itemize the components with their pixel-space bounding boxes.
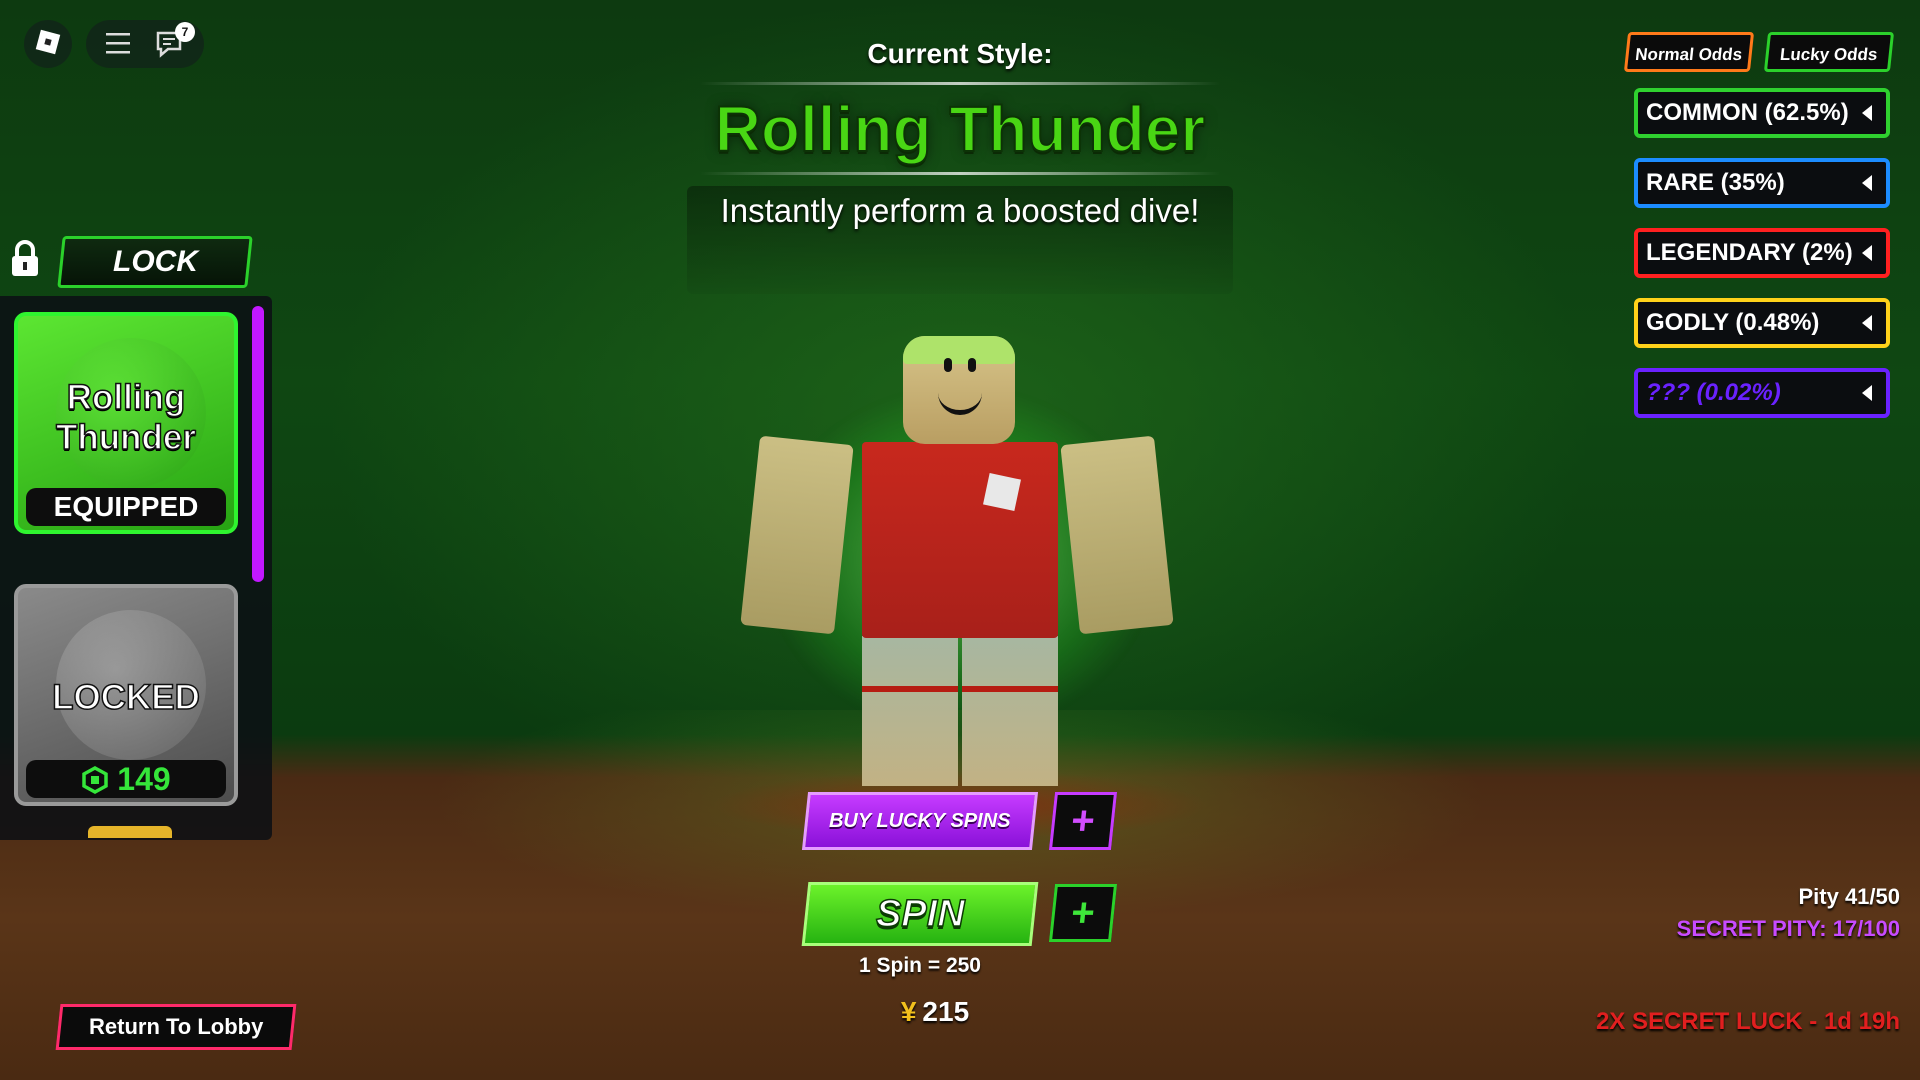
spin-cost-label: 1 Spin = 250: [859, 954, 981, 977]
shirt-logo: [983, 473, 1021, 511]
pity-counter: Pity 41/50: [1798, 884, 1900, 909]
character-left-arm: [740, 435, 854, 635]
expand-arrow-icon: [1862, 175, 1872, 191]
odds-label-secret: ??? (0.02%): [1646, 379, 1781, 406]
tab-normal-odds-label: Normal Odds: [1634, 45, 1744, 64]
unlock-price-value: 149: [117, 761, 171, 797]
secret-pity-counter: SECRET PITY: 17/100: [1676, 916, 1900, 941]
style-description: Instantly perform a boosted dive!: [720, 192, 1200, 229]
balance-value: 215: [922, 996, 970, 1027]
character-torso: [862, 442, 1058, 638]
expand-arrow-icon: [1862, 315, 1872, 331]
odds-row-common[interactable]: COMMON (62.5%): [1634, 88, 1890, 138]
buy-lucky-spins-label: BUY LUCKY SPINS: [829, 809, 1011, 832]
tab-lucky-odds[interactable]: Lucky Odds: [1763, 32, 1895, 72]
character-left-leg: [862, 636, 958, 786]
expand-arrow-icon: [1862, 105, 1872, 121]
return-to-lobby-label: Return To Lobby: [88, 1014, 264, 1039]
character-leg-stripe: [862, 686, 958, 692]
style-title: Rolling Thunder: [714, 92, 1207, 166]
odds-row-secret[interactable]: ??? (0.02%): [1634, 368, 1890, 418]
odds-row-rare[interactable]: RARE (35%): [1634, 158, 1890, 208]
next-card-peek: [88, 826, 172, 838]
title-divider-bottom: [700, 172, 1220, 175]
add-spins-button[interactable]: +: [1048, 884, 1118, 942]
style-card-locked[interactable]: LOCKED 149: [14, 584, 238, 806]
locked-label: LOCKED: [51, 677, 200, 718]
character-right-leg: [962, 636, 1058, 786]
spin-button[interactable]: SPIN: [801, 882, 1039, 946]
padlock-icon: [10, 240, 40, 278]
title-divider-top: [700, 82, 1220, 85]
lock-button-label: LOCK: [112, 245, 198, 278]
expand-arrow-icon: [1862, 245, 1872, 261]
spin-button-label: SPIN: [875, 892, 965, 936]
robux-icon: [81, 766, 109, 794]
secret-luck-timer: 2X SECRET LUCK - 1d 19h: [1595, 1008, 1900, 1035]
style-card-equipped[interactable]: Rolling Thunder EQUIPPED: [14, 312, 238, 534]
add-lucky-spins-button[interactable]: +: [1048, 792, 1118, 850]
buy-lucky-spins-button[interactable]: BUY LUCKY SPINS: [801, 792, 1039, 850]
style-card-name: Rolling Thunder: [55, 377, 196, 458]
equipped-badge: EQUIPPED: [26, 488, 226, 526]
character-headband: [903, 336, 1015, 364]
odds-label-common: COMMON (62.5%): [1646, 99, 1849, 126]
tab-normal-odds[interactable]: Normal Odds: [1623, 32, 1755, 72]
return-to-lobby-button[interactable]: Return To Lobby: [55, 1004, 297, 1050]
odds-label-godly: GODLY (0.48%): [1646, 309, 1820, 336]
currency-balance: ¥215: [860, 996, 1010, 1028]
odds-row-godly[interactable]: GODLY (0.48%): [1634, 298, 1890, 348]
character-eye: [968, 358, 976, 372]
tab-lucky-odds-label: Lucky Odds: [1779, 45, 1879, 64]
odds-row-legendary[interactable]: LEGENDARY (2%): [1634, 228, 1890, 278]
odds-label-legendary: LEGENDARY (2%): [1646, 239, 1853, 266]
inventory-scrollbar[interactable]: [252, 306, 264, 582]
character-leg-stripe: [962, 686, 1058, 692]
expand-arrow-icon: [1862, 385, 1872, 401]
lock-button[interactable]: LOCK: [57, 236, 253, 288]
character-right-arm: [1060, 435, 1174, 635]
odds-label-rare: RARE (35%): [1646, 169, 1785, 196]
unlock-price: 149: [26, 760, 226, 798]
character-eye: [944, 358, 952, 372]
yen-currency-icon: ¥: [900, 996, 917, 1027]
